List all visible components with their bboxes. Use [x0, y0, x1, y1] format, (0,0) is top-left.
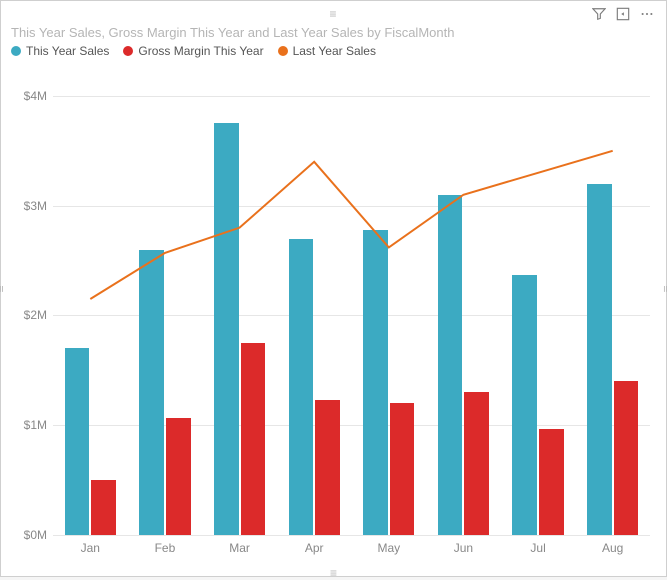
legend-marker-icon	[11, 46, 21, 56]
legend-item[interactable]: Last Year Sales	[278, 44, 376, 58]
x-axis-tick-label: Mar	[229, 541, 250, 555]
x-axis-tick-label: Apr	[305, 541, 324, 555]
resize-handle-icon[interactable]: ≡	[0, 285, 6, 292]
focus-mode-icon[interactable]	[616, 7, 630, 21]
resize-handle-icon[interactable]: ≡	[661, 285, 667, 292]
plot-area: $0M$1M$2M$3M$4MJanFebMarAprMayJunJulAug	[53, 74, 650, 535]
legend-item[interactable]: This Year Sales	[11, 44, 109, 58]
y-axis-tick-label: $4M	[11, 89, 47, 103]
y-axis-tick-label: $0M	[11, 528, 47, 542]
x-axis-tick-label: May	[377, 541, 400, 555]
y-axis-tick-label: $1M	[11, 418, 47, 432]
chart-title: This Year Sales, Gross Margin This Year …	[11, 25, 656, 40]
legend-marker-icon	[123, 46, 133, 56]
y-axis-tick-label: $2M	[11, 308, 47, 322]
x-axis-tick-label: Jun	[454, 541, 473, 555]
x-axis-tick-label: Jul	[530, 541, 545, 555]
visual-top-bar: ≡	[11, 9, 656, 23]
legend: This Year Sales Gross Margin This Year L…	[11, 44, 656, 58]
grid-line	[53, 535, 650, 536]
legend-label: Last Year Sales	[293, 44, 376, 58]
line-series-last-year-sales[interactable]	[53, 74, 650, 535]
more-icon[interactable]	[640, 7, 654, 21]
chart-area: $0M $1M $2M $3M $4M Jan Feb Mar Apr May Jun Jul Aug	[11, 64, 656, 559]
filter-icon[interactable]	[592, 7, 606, 21]
y-axis-tick-label: $3M	[11, 199, 47, 213]
x-axis-tick-label: Feb	[155, 541, 176, 555]
drag-handle-icon[interactable]: ≡	[329, 9, 337, 19]
legend-marker-icon	[278, 46, 288, 56]
legend-label: This Year Sales	[26, 44, 109, 58]
legend-label: Gross Margin This Year	[138, 44, 263, 58]
chart-visual: ≡ This Year Sales, Gross Margin This Yea…	[0, 0, 667, 577]
x-axis-tick-label: Jan	[81, 541, 100, 555]
legend-item[interactable]: Gross Margin This Year	[123, 44, 263, 58]
x-axis-tick-label: Aug	[602, 541, 623, 555]
visual-toolbar	[592, 7, 654, 21]
